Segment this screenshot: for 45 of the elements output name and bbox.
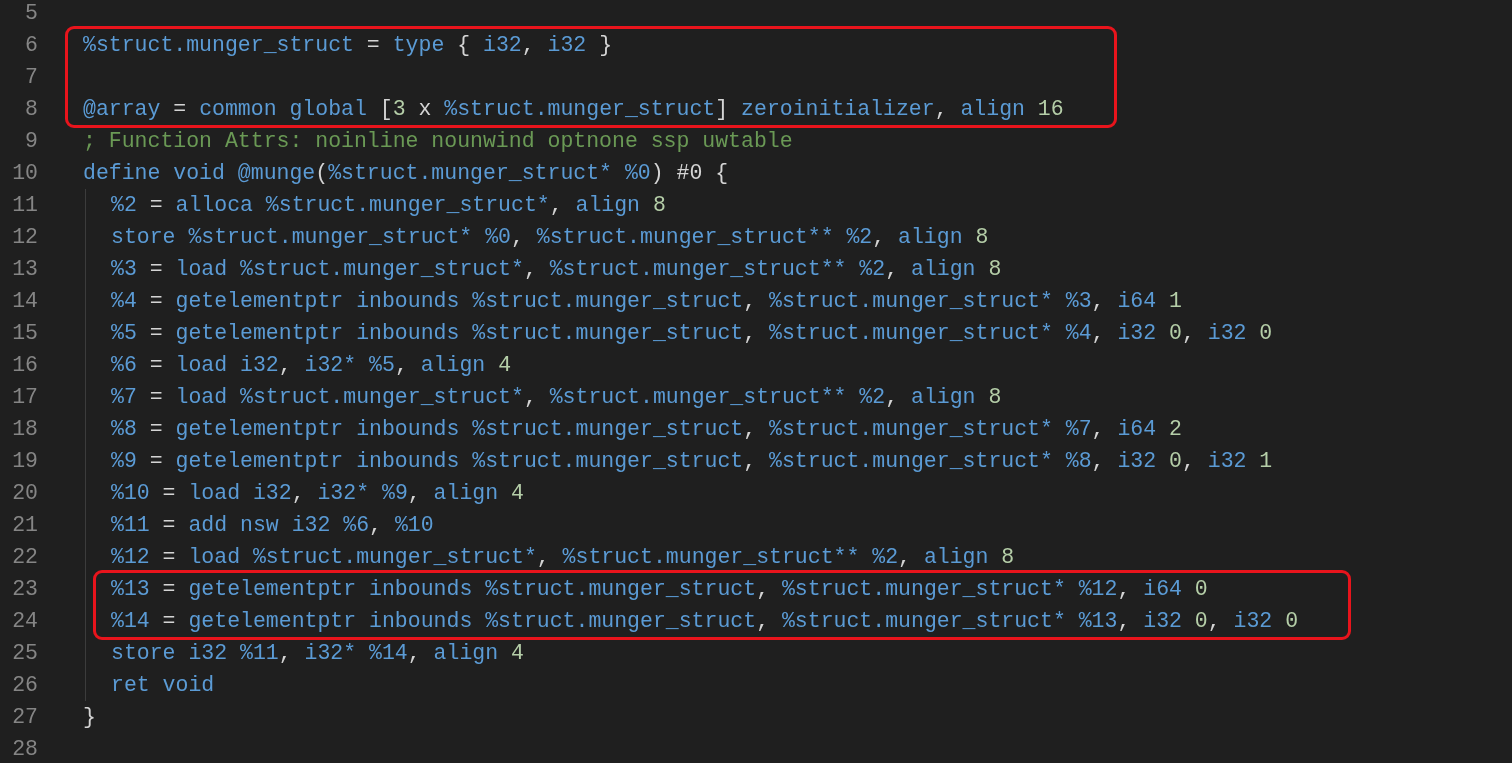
code-line: define void @munge(%struct.munger_struct* %0) #0 { (83, 160, 729, 187)
code-line: %11 = add nsw i32 %6, %10 (111, 512, 434, 539)
code-line: %12 = load %struct.munger_struct*, %struct.munger_struct** %2, align 8 (111, 544, 1015, 571)
line-number: 7 (25, 64, 38, 91)
line-number: 27 (12, 704, 38, 731)
line-number: 9 (25, 128, 38, 155)
code-line: %8 = getelementptr inbounds %struct.munger_struct, %struct.munger_struct* %7, i64 2 (111, 416, 1182, 443)
code-line: %struct.munger_struct = type { i32, i32 } (83, 32, 613, 59)
code-line: %2 = alloca %struct.munger_struct*, align 8 (111, 192, 666, 219)
code-line: %4 = getelementptr inbounds %struct.munger_struct, %struct.munger_struct* %3, i64 1 (111, 288, 1182, 315)
line-number: 25 (12, 640, 38, 667)
code-line: } (83, 704, 96, 731)
line-number: 19 (12, 448, 38, 475)
line-number: 18 (12, 416, 38, 443)
line-number: 23 (12, 576, 38, 603)
code-line: %9 = getelementptr inbounds %struct.munger_struct, %struct.munger_struct* %8, i32 0, i32 1 (111, 448, 1273, 475)
line-number: 22 (12, 544, 38, 571)
line-number: 6 (25, 32, 38, 59)
code-line: %5 = getelementptr inbounds %struct.munger_struct, %struct.munger_struct* %4, i32 0, i32 0 (111, 320, 1273, 347)
code-line: %6 = load i32, i32* %5, align 4 (111, 352, 512, 379)
code-line: ret void (111, 672, 215, 699)
line-number: 5 (25, 0, 38, 27)
code-comment: ; Function Attrs: noinline nounwind optnone ssp uwtable (83, 128, 793, 155)
line-number: 21 (12, 512, 38, 539)
line-number: 15 (12, 320, 38, 347)
code-line: %14 = getelementptr inbounds %struct.munger_struct, %struct.munger_struct* %13, i32 0, i32 0 (111, 608, 1299, 635)
code-line: store %struct.munger_struct* %0, %struct.munger_struct** %2, align 8 (111, 224, 989, 251)
code-line: %10 = load i32, i32* %9, align 4 (111, 480, 524, 507)
line-number: 14 (12, 288, 38, 315)
line-number: 24 (12, 608, 38, 635)
line-number: 17 (12, 384, 38, 411)
code-line: %13 = getelementptr inbounds %struct.munger_struct, %struct.munger_struct* %12, i64 0 (111, 576, 1208, 603)
line-number: 20 (12, 480, 38, 507)
line-number: 28 (12, 736, 38, 763)
line-number: 11 (12, 192, 38, 219)
line-number: 26 (12, 672, 38, 699)
code-line: %3 = load %struct.munger_struct*, %struct.munger_struct** %2, align 8 (111, 256, 1002, 283)
line-number: 13 (12, 256, 38, 283)
code-line: %7 = load %struct.munger_struct*, %struct.munger_struct** %2, align 8 (111, 384, 1002, 411)
line-number: 10 (12, 160, 38, 187)
line-number: 12 (12, 224, 38, 251)
line-number: 8 (25, 96, 38, 123)
line-number: 16 (12, 352, 38, 379)
code-line: store i32 %11, i32* %14, align 4 (111, 640, 524, 667)
code-line: @array = common global [3 x %struct.munger_struct] zeroinitializer, align 16 (83, 96, 1064, 123)
